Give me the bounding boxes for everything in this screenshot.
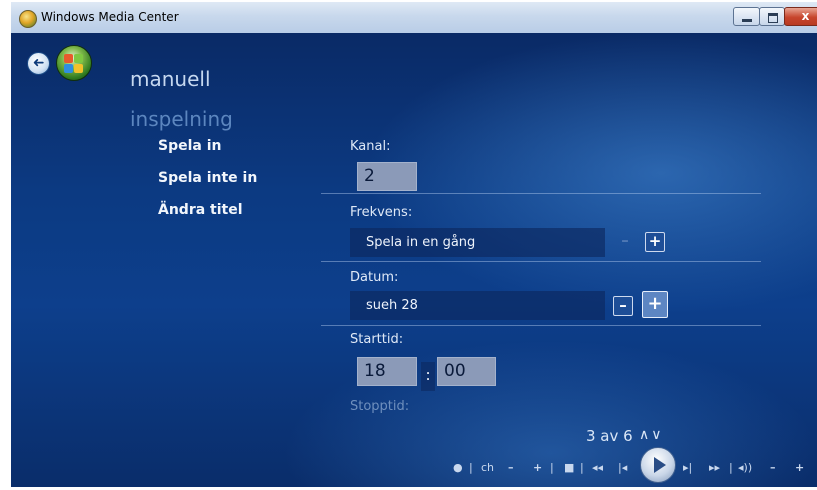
time-separator: : [421,362,435,391]
menu-item-record[interactable]: Spela in [158,138,222,154]
volume-down-button[interactable]: – [770,461,776,474]
back-arrow-icon: ➜ [32,55,45,71]
close-button[interactable]: x [784,7,817,26]
separator: | [550,461,554,474]
date-increase-button[interactable]: + [642,291,668,318]
start-hour-input[interactable]: 18 [357,357,417,386]
frequency-increase-button[interactable]: + [645,232,665,252]
mute-icon[interactable]: ◂)) [738,461,752,474]
date-label: Datum: [350,270,399,285]
divider [321,325,761,326]
rewind-icon[interactable]: ◂◂ [592,461,603,474]
skip-forward-icon[interactable]: ▸| [683,461,692,474]
channel-up-button[interactable]: + [533,461,542,474]
menu-item-do-not-record[interactable]: Spela inte in [158,170,257,186]
divider [321,261,761,262]
fast-forward-icon[interactable]: ▸▸ [709,461,720,474]
record-icon[interactable]: ● [453,461,463,474]
channel-down-button[interactable]: – [508,461,514,474]
skip-back-icon[interactable]: |◂ [618,461,627,474]
frequency-decrease-button[interactable]: – [615,232,635,252]
start-button[interactable] [56,45,92,81]
divider [321,193,761,194]
window-title: Windows Media Center [41,10,179,24]
back-button[interactable]: ➜ [27,52,50,75]
separator: | [469,461,473,474]
channel-label-icon: ch [481,461,495,474]
page-title: manuell [130,67,211,91]
play-button[interactable] [640,447,676,483]
frequency-value[interactable]: Spela in en gång [350,228,605,257]
menu-item-change-title[interactable]: Ändra titel [158,202,243,218]
date-decrease-button[interactable]: – [613,296,633,316]
channel-input[interactable]: 2 [357,162,417,191]
close-icon: x [801,9,810,23]
maximize-button[interactable] [759,7,785,26]
volume-up-button[interactable]: + [795,461,804,474]
start-time-label: Starttid: [350,332,404,347]
date-value[interactable]: sueh 28 [350,291,605,320]
channel-label: Kanal: [350,139,391,154]
separator: | [729,461,733,474]
minimize-button[interactable] [733,7,760,26]
frequency-label: Frekvens: [350,205,413,220]
windows-logo-icon [64,54,73,63]
media-center-window: Windows Media Center x ➜ manuell inspeln… [11,2,817,487]
title-bar[interactable]: Windows Media Center x [11,2,817,34]
page-title-line2: inspelning [130,107,233,131]
media-center-logo-icon [19,10,37,28]
start-minute-input[interactable]: 00 [437,357,496,386]
stop-icon[interactable]: ■ [564,461,574,474]
page-up-down-icon[interactable]: ∧∨ [639,427,664,443]
separator: | [580,461,584,474]
stop-time-label: Stopptid: [350,399,410,414]
content-area: ➜ manuell inspelning Spela in Spela inte… [11,33,817,487]
page-indicator: 3 av 6 [586,427,633,445]
